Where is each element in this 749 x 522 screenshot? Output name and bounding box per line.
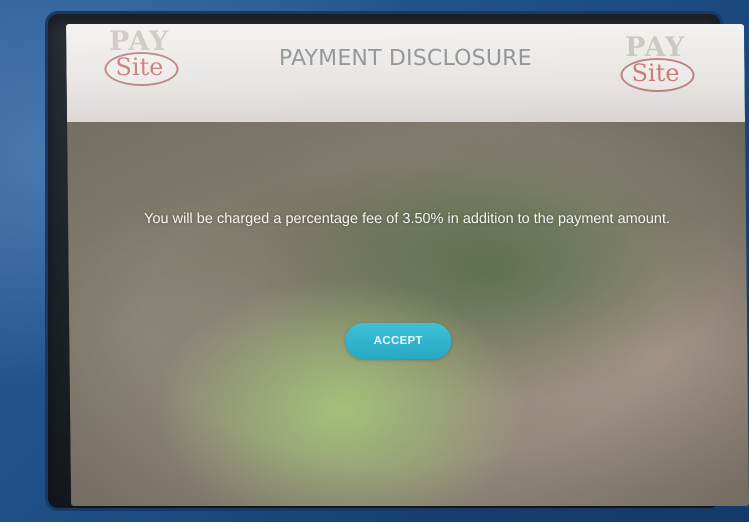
paysite-logo-right: PAY Site [614, 32, 697, 92]
kiosk-photo: PAY Site PAYMENT DISCLOSURE PAY Site You… [0, 0, 749, 522]
screen-header: PAY Site PAYMENT DISCLOSURE PAY Site [66, 24, 746, 122]
kiosk-screen: PAY Site PAYMENT DISCLOSURE PAY Site You… [66, 24, 749, 506]
fee-disclosure-message: You will be charged a percentage fee of … [144, 211, 671, 227]
logo-site-text: Site [631, 59, 680, 87]
accept-button[interactable]: ACCEPT [345, 323, 452, 359]
screen-body-background [67, 122, 749, 506]
